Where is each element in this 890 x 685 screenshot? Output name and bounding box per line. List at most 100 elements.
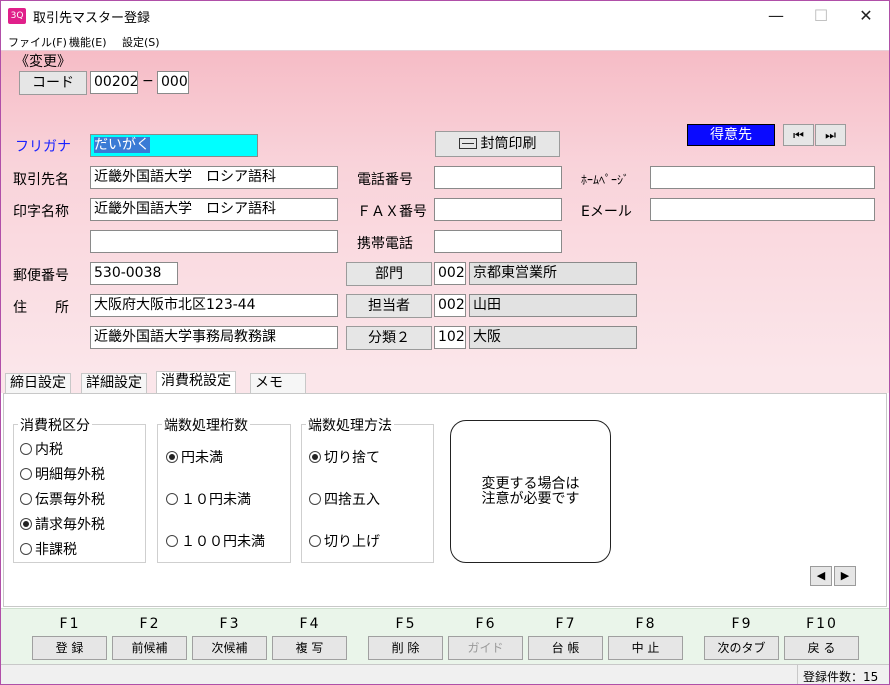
radio-icon — [309, 535, 321, 547]
envelope-print-button[interactable]: 封筒印刷 — [435, 131, 560, 157]
code-label-button[interactable]: コード — [19, 71, 87, 95]
postal-field[interactable]: 530-0038 — [90, 262, 178, 285]
tax-category-option[interactable]: 伝票毎外税 — [20, 489, 105, 509]
class2-code-field[interactable]: 102 — [434, 326, 466, 349]
rounding-method-group: 端数処理方法 切り捨て 四捨五入 切り上げ — [301, 415, 434, 563]
mobile-field[interactable] — [434, 230, 562, 253]
radio-icon — [166, 535, 178, 547]
rounding-method-option[interactable]: 切り上げ — [309, 531, 380, 551]
customer-name-field[interactable]: 近畿外国語大学 ロシア語科 — [90, 166, 338, 189]
tab-consumption-tax[interactable]: 消費税設定 — [156, 371, 236, 393]
menu-function[interactable]: 機能(E) — [69, 34, 107, 50]
fax-field[interactable] — [434, 198, 562, 221]
menu-bar: ファイル(F) 機能(E) 設定(S) — [1, 31, 889, 51]
tab-strip: 締日設定 詳細設定 消費税設定 メモ — [1, 371, 889, 393]
fkey-label: F10 — [806, 616, 838, 632]
radio-selected-icon — [20, 518, 32, 530]
last-record-button[interactable]: ⏭ — [815, 124, 846, 146]
address-label: 住 所 — [13, 300, 69, 316]
tab-memo[interactable]: メモ — [250, 373, 306, 393]
furigana-field[interactable]: だいがく — [90, 134, 258, 157]
fkey-label: F2 — [139, 616, 161, 632]
rounding-digit-option[interactable]: １０円未満 — [166, 489, 251, 509]
rounding-method-option[interactable]: 切り捨て — [309, 447, 380, 467]
tax-category-group: 消費税区分 内税 明細毎外税 伝票毎外税 請求毎外税 非課税 — [13, 415, 146, 563]
radio-selected-icon — [309, 451, 321, 463]
function-key-bar: F1 登 録 F2 前候補 F3 次候補 F4 複 写 F5 削 除 F6 ガイ… — [1, 608, 889, 664]
tab-prev-button[interactable]: ◀ — [810, 566, 832, 586]
class2-button[interactable]: 分類２ — [346, 326, 432, 350]
skip-first-icon: ⏮ — [793, 128, 804, 142]
f2-prev-candidate-button[interactable]: 前候補 — [112, 636, 187, 660]
staff-button[interactable]: 担当者 — [346, 294, 432, 318]
radio-icon — [20, 468, 32, 480]
print-name-field-2[interactable] — [90, 230, 338, 253]
tax-category-option[interactable]: 非課税 — [20, 539, 77, 559]
phone-field[interactable] — [434, 166, 562, 189]
tab-closing-date[interactable]: 締日設定 — [5, 373, 71, 393]
tax-category-option[interactable]: 明細毎外税 — [20, 464, 105, 484]
radio-icon — [166, 493, 178, 505]
department-name-field: 京都東営業所 — [469, 262, 637, 285]
tax-category-option[interactable]: 請求毎外税 — [20, 514, 105, 534]
radio-icon — [20, 543, 32, 555]
minimize-button[interactable]: — — [761, 5, 791, 27]
f3-next-candidate-button[interactable]: 次候補 — [192, 636, 267, 660]
fkey-label: F7 — [555, 616, 577, 632]
department-button[interactable]: 部門 — [346, 262, 432, 286]
fkey-label: F3 — [219, 616, 241, 632]
fkey-label: F6 — [475, 616, 497, 632]
print-name-label: 印字名称 — [13, 204, 69, 220]
f8-cancel-button[interactable]: 中 止 — [608, 636, 683, 660]
radio-icon — [20, 443, 32, 455]
homepage-field[interactable] — [650, 166, 875, 189]
menu-file[interactable]: ファイル(F) — [8, 34, 67, 50]
f4-copy-button[interactable]: 複 写 — [272, 636, 347, 660]
menu-settings[interactable]: 設定(S) — [122, 34, 160, 50]
staff-name-field: 山田 — [469, 294, 637, 317]
fkey-label: F9 — [731, 616, 753, 632]
window-title: 取引先マスター登録 — [33, 11, 151, 26]
customer-name-label: 取引先名 — [13, 172, 69, 188]
arrow-left-icon: ◀ — [816, 569, 826, 582]
tax-category-option[interactable]: 内税 — [20, 439, 63, 459]
code-separator: − — [142, 73, 154, 89]
maximize-button[interactable]: ☐ — [806, 5, 836, 27]
caution-line-2: 注意が必要です — [481, 491, 580, 507]
tab-details[interactable]: 詳細設定 — [81, 373, 147, 393]
code-main-field[interactable]: 00202 — [90, 71, 138, 94]
class2-name-field: 大阪 — [469, 326, 637, 349]
email-field[interactable] — [650, 198, 875, 221]
first-record-button[interactable]: ⏮ — [783, 124, 814, 146]
fkey-label: F8 — [635, 616, 657, 632]
rounding-method-option[interactable]: 四捨五入 — [309, 489, 380, 509]
f5-delete-button[interactable]: 削 除 — [368, 636, 443, 660]
address-field-2[interactable]: 近畿外国語大学事務局教務課 — [90, 326, 338, 349]
email-label: Eメール — [581, 204, 632, 220]
close-button[interactable]: ✕ — [851, 5, 881, 27]
caution-line-1: 変更する場合は — [481, 476, 580, 492]
tax-category-title: 消費税区分 — [18, 415, 92, 435]
f9-next-tab-button[interactable]: 次のタブ — [704, 636, 779, 660]
title-bar: 3Q 取引先マスター登録 — ☐ ✕ — [1, 1, 889, 31]
mobile-label: 携帯電話 — [357, 236, 413, 252]
print-name-field[interactable]: 近畿外国語大学 ロシア語科 — [90, 198, 338, 221]
f10-back-button[interactable]: 戻 る — [784, 636, 859, 660]
radio-icon — [309, 493, 321, 505]
f1-register-button[interactable]: 登 録 — [32, 636, 107, 660]
address-field-1[interactable]: 大阪府大阪市北区123-44 — [90, 294, 338, 317]
department-code-field[interactable]: 002 — [434, 262, 466, 285]
code-sub-field[interactable]: 000 — [157, 71, 189, 94]
fkey-label: F1 — [59, 616, 81, 632]
f6-guide-button[interactable]: ガイド — [448, 636, 523, 660]
tab-next-button[interactable]: ▶ — [834, 566, 856, 586]
staff-code-field[interactable]: 002 — [434, 294, 466, 317]
radio-icon — [20, 493, 32, 505]
rounding-digit-option[interactable]: １００円未満 — [166, 531, 265, 551]
status-divider — [797, 665, 798, 684]
rounding-digit-option[interactable]: 円未満 — [166, 447, 223, 467]
f7-ledger-button[interactable]: 台 帳 — [528, 636, 603, 660]
phone-label: 電話番号 — [357, 172, 413, 188]
fkey-label: F5 — [395, 616, 417, 632]
postal-label: 郵便番号 — [13, 268, 69, 284]
